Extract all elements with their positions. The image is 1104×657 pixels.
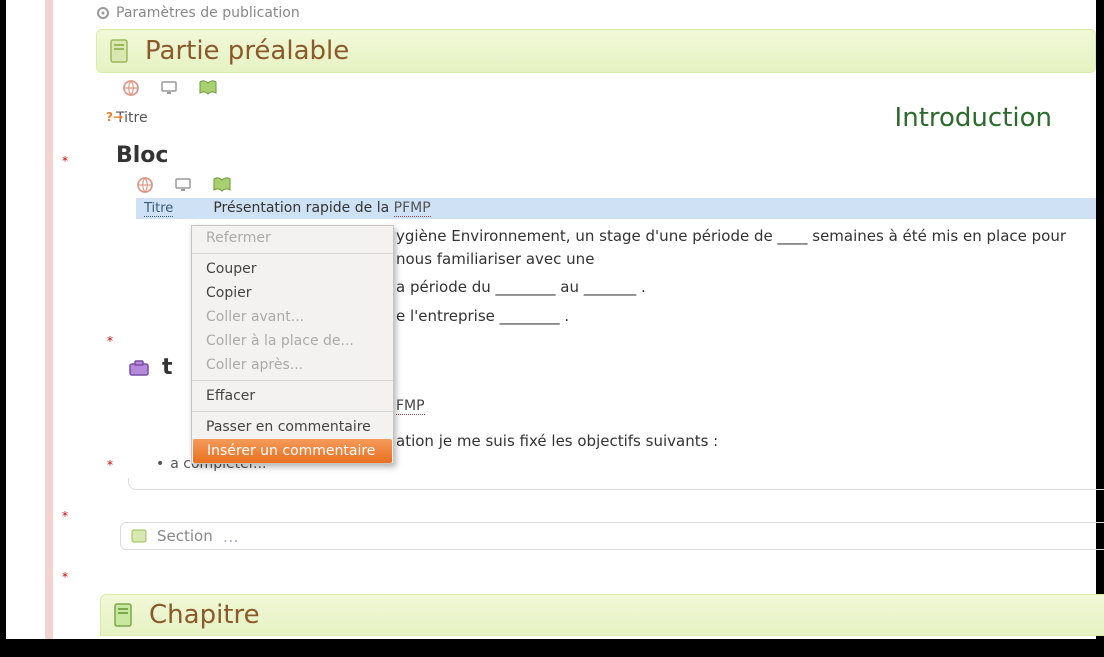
monitor-icon[interactable] — [160, 79, 178, 97]
document-icon — [109, 38, 131, 64]
title-field-row: Titre Introduction — [116, 103, 1096, 133]
bloc-heading[interactable]: Bloc — [116, 143, 1096, 168]
asterisk-marker: * — [62, 509, 68, 523]
chapter-title: Chapitre — [149, 600, 260, 630]
publication-settings-row[interactable]: Paramètres de publication — [56, 0, 1096, 21]
section-icon — [131, 529, 147, 543]
section-label: Section — [157, 527, 213, 545]
part-header-title: Partie préalable — [145, 36, 349, 66]
toolbox-heading-tail: t — [162, 355, 173, 380]
publication-settings-label: Paramètres de publication — [116, 5, 300, 21]
menu-separator — [192, 411, 393, 412]
body-paragraph-2[interactable]: a période du ________ au _______ . — [396, 276, 1096, 299]
objectives-line[interactable]: ation je me suis fixé les objectifs suiv… — [396, 432, 1096, 450]
bloc-title-row[interactable]: Titre Présentation rapide de la PFMP — [136, 198, 1096, 219]
asterisk-marker: * — [62, 154, 68, 168]
monitor-icon[interactable] — [174, 176, 192, 194]
menu-separator — [192, 380, 393, 381]
app-frame: Paramètres de publication Partie préalab… — [0, 0, 1104, 657]
question-arrow-marker: ?→ — [106, 110, 123, 124]
menu-separator — [192, 253, 393, 254]
toolbar-row-2 — [136, 176, 1096, 194]
toolbar-row-1 — [116, 79, 1096, 97]
book-icon[interactable] — [212, 177, 232, 193]
left-ruler — [45, 0, 53, 639]
body-paragraph-1[interactable]: ygiène Environnement, un stage d'une pér… — [396, 225, 1096, 270]
document-icon — [113, 602, 135, 628]
asterisk-marker: * — [62, 570, 68, 584]
fmp-line: FMP — [396, 398, 1096, 414]
gear-icon — [96, 6, 110, 20]
menu-item-effacer[interactable]: Effacer — [192, 384, 393, 408]
part-header[interactable]: Partie préalable — [96, 29, 1096, 73]
menu-item-copier[interactable]: Copier — [192, 281, 393, 305]
menu-item-couper[interactable]: Couper — [192, 257, 393, 281]
bloc-title-label: Titre — [144, 201, 173, 217]
asterisk-marker: * — [107, 334, 113, 348]
toolbox-icon — [128, 359, 150, 377]
content-area: Paramètres de publication Partie préalab… — [6, 0, 1090, 639]
asterisk-marker: * — [107, 458, 113, 472]
section-pill[interactable]: Section … — [120, 522, 1104, 550]
menu-item-coller-avant[interactable]: Coller avant... — [192, 305, 393, 329]
bullet-icon: • — [156, 456, 164, 472]
chapter-header[interactable]: Chapitre — [100, 594, 1104, 636]
body-paragraph-3[interactable]: e l'entreprise ________ . — [396, 305, 1096, 328]
menu-item-passer-commentaire[interactable]: Passer en commentaire — [192, 415, 393, 439]
title-value[interactable]: Introduction — [895, 103, 1052, 133]
bloc-title-value: Présentation rapide de la PFMP — [213, 200, 430, 216]
panel-border — [128, 478, 1104, 490]
pfmp-abbr: PFMP — [394, 200, 431, 217]
globe-icon[interactable] — [122, 79, 140, 97]
globe-icon[interactable] — [136, 176, 154, 194]
menu-item-coller-apres[interactable]: Coller après... — [192, 353, 393, 377]
menu-item-coller-place[interactable]: Coller à la place de... — [192, 329, 393, 353]
editor-pane: Paramètres de publication Partie préalab… — [56, 0, 1096, 639]
ellipsis-icon: … — [223, 527, 239, 546]
book-icon[interactable] — [198, 80, 218, 96]
menu-item-inserer-commentaire[interactable]: Insérer un commentaire — [193, 439, 392, 463]
menu-item-refermer[interactable]: Refermer — [192, 226, 393, 250]
context-menu: Refermer Couper Copier Coller avant... C… — [191, 225, 394, 464]
bloc-title-prefix: Présentation rapide de la — [213, 200, 393, 216]
fmp-abbr: FMP — [396, 398, 425, 415]
